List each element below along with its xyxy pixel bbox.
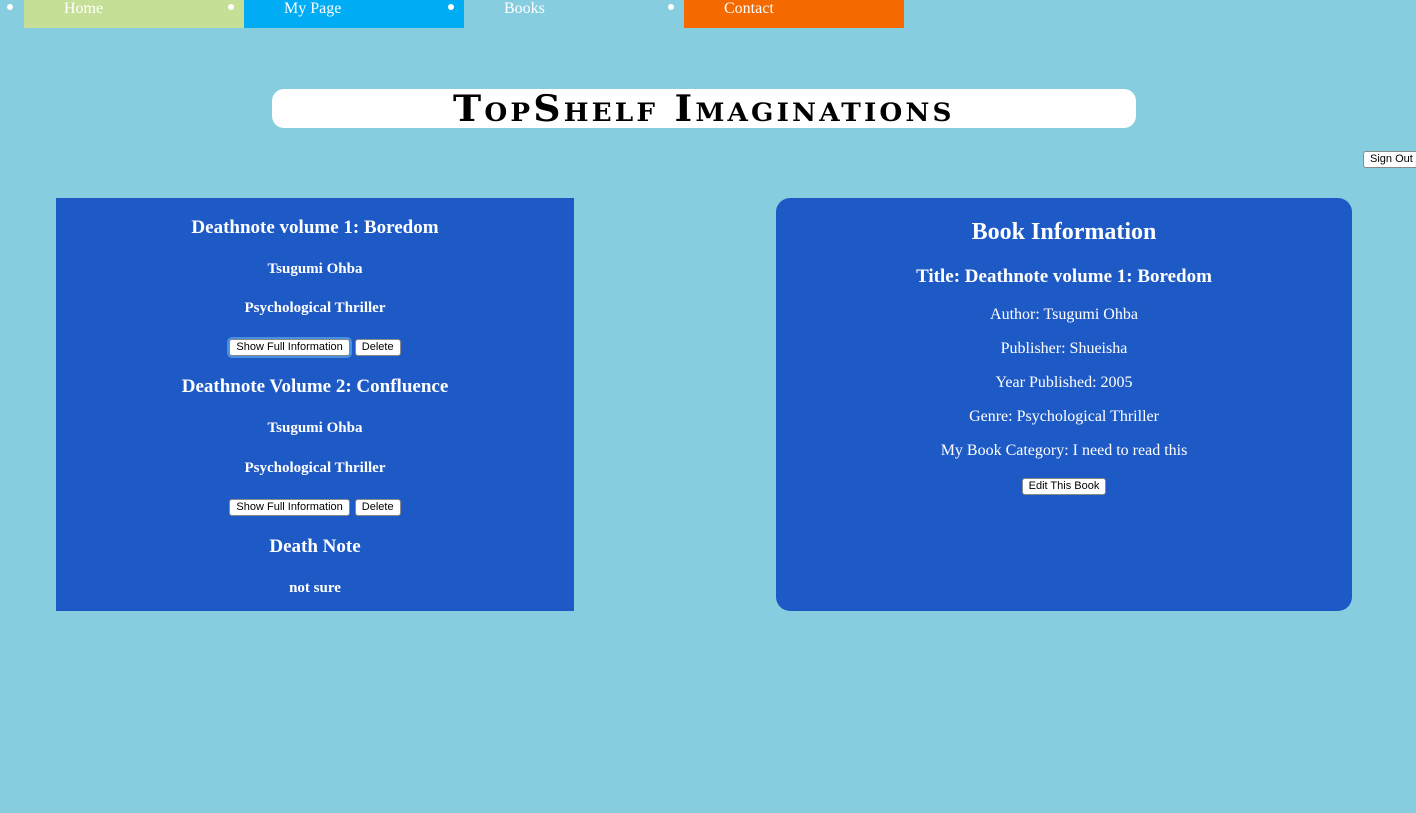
nav-item-contact[interactable]: Contact bbox=[684, 0, 904, 28]
main-nav: Home My Page Books Contact bbox=[0, 0, 904, 28]
show-full-information-button[interactable]: Show Full Information bbox=[229, 339, 350, 356]
bullet-icon bbox=[228, 4, 234, 10]
nav-item-home[interactable]: Home bbox=[24, 0, 244, 28]
site-banner: TopShelf Imaginations bbox=[272, 89, 1136, 128]
book-author: Tsugumi Ohba bbox=[267, 261, 363, 277]
bullet-icon bbox=[668, 4, 674, 10]
book-information-genre: Genre: Psychological Thriller bbox=[969, 408, 1159, 425]
book-author: not sure bbox=[289, 580, 341, 596]
bullet-icon bbox=[7, 4, 13, 10]
site-title: TopShelf Imaginations bbox=[453, 87, 955, 130]
show-full-information-button[interactable]: Show Full Information bbox=[229, 499, 350, 516]
book-genre: Psychological Thriller bbox=[244, 300, 386, 316]
book-information-heading: Book Information bbox=[971, 219, 1157, 245]
delete-button[interactable]: Delete bbox=[354, 339, 401, 356]
bullet-icon bbox=[448, 4, 454, 10]
book-information-year: Year Published: 2005 bbox=[995, 374, 1133, 391]
book-author: Tsugumi Ohba bbox=[267, 420, 363, 436]
book-title: Deathnote Volume 2: Confluence bbox=[181, 376, 449, 397]
book-list-panel: Deathnote volume 1: Boredom Tsugumi Ohba… bbox=[56, 198, 574, 611]
book-information-category: My Book Category: I need to read this bbox=[940, 442, 1188, 459]
edit-book-actions: Edit This Book bbox=[776, 478, 1352, 495]
edit-this-book-button[interactable]: Edit This Book bbox=[1021, 478, 1107, 495]
nav-item-books[interactable]: Books bbox=[464, 0, 684, 28]
sign-out-button[interactable]: Sign Out bbox=[1363, 151, 1416, 168]
book-information-publisher: Publisher: Shueisha bbox=[1000, 340, 1128, 357]
book-information-author: Author: Tsugumi Ohba bbox=[990, 306, 1138, 323]
nav-item-my-page[interactable]: My Page bbox=[244, 0, 464, 28]
book-title: Deathnote volume 1: Boredom bbox=[191, 217, 439, 238]
book-genre: Psychological Thriller bbox=[244, 460, 386, 476]
book-title: Death Note bbox=[269, 536, 361, 557]
delete-button[interactable]: Delete bbox=[354, 499, 401, 516]
book-actions: Show Full Information Delete bbox=[56, 499, 574, 516]
book-information-title: Title: Deathnote volume 1: Boredom bbox=[916, 266, 1212, 287]
book-actions: Show Full Information Delete bbox=[56, 339, 574, 356]
book-information-panel: Book Information Title: Deathnote volume… bbox=[776, 198, 1352, 611]
